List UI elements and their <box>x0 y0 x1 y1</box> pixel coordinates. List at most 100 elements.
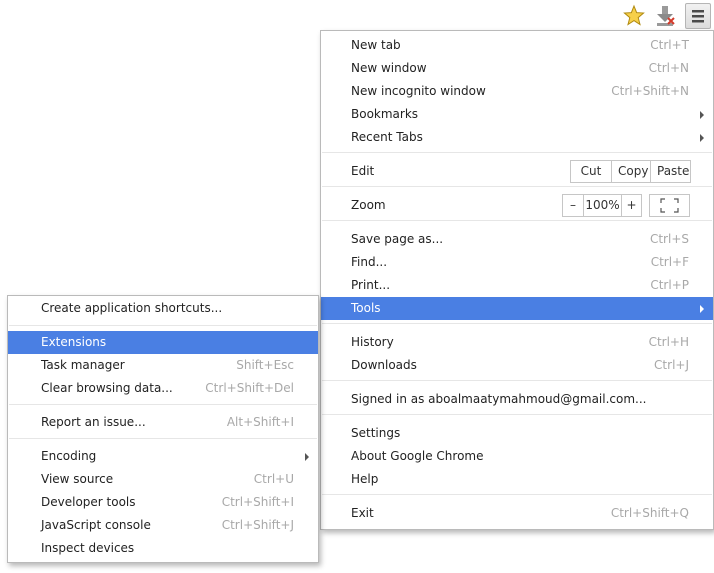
menu-separator <box>9 404 317 405</box>
submenu-item-extensions[interactable]: Extensions <box>8 331 318 354</box>
menu-item-label: Report an issue... <box>41 415 146 429</box>
submenu-item-javascript-console[interactable]: JavaScript console Ctrl+Shift+J <box>8 514 318 537</box>
submenu-item-clear-browsing-data[interactable]: Clear browsing data... Ctrl+Shift+Del <box>8 377 318 400</box>
submenu-item-report-issue[interactable]: Report an issue... Alt+Shift+I <box>8 411 318 434</box>
menu-item-about[interactable]: About Google Chrome <box>321 445 713 468</box>
menu-item-label: JavaScript console <box>41 518 151 532</box>
menu-item-label: Create application shortcuts... <box>41 301 223 315</box>
fullscreen-button[interactable] <box>649 194 690 217</box>
copy-button[interactable]: Copy <box>611 161 650 182</box>
chrome-menu-button[interactable] <box>685 3 711 29</box>
menu-item-label: New window <box>351 61 427 75</box>
menu-item-label: Edit <box>351 164 375 178</box>
menu-item-tools[interactable]: Tools <box>321 297 713 320</box>
menu-item-label: Bookmarks <box>351 107 419 121</box>
menu-item-label: Encoding <box>41 449 97 463</box>
menu-item-label: Inspect devices <box>41 541 135 555</box>
menu-separator <box>322 220 712 221</box>
menu-item-shortcut: Ctrl+J <box>654 358 689 372</box>
menu-item-label: Save page as... <box>351 232 444 246</box>
zoom-in-button[interactable]: + <box>621 195 641 216</box>
menu-item-find[interactable]: Find... Ctrl+F <box>321 251 713 274</box>
submenu-arrow-icon <box>305 453 309 461</box>
submenu-item-inspect-devices[interactable]: Inspect devices <box>8 537 318 560</box>
menu-item-label: New tab <box>351 38 401 52</box>
bookmark-star-button[interactable] <box>621 3 647 29</box>
menu-item-save-page[interactable]: Save page as... Ctrl+S <box>321 228 713 251</box>
menu-item-new-tab[interactable]: New tab Ctrl+T <box>321 34 713 57</box>
menu-item-shortcut: Ctrl+U <box>253 472 294 486</box>
menu-item-shortcut: Ctrl+H <box>648 335 689 349</box>
paste-button[interactable]: Paste <box>650 161 690 182</box>
menu-item-label: About Google Chrome <box>351 449 484 463</box>
menu-item-settings[interactable]: Settings <box>321 422 713 445</box>
menu-item-label: Tools <box>351 301 381 315</box>
menu-item-shortcut: Ctrl+Shift+N <box>611 84 689 98</box>
menu-item-label: Recent Tabs <box>351 130 423 144</box>
download-button[interactable] <box>652 3 678 29</box>
menu-item-shortcut: Shift+Esc <box>236 358 294 372</box>
menu-item-label: Help <box>351 472 379 486</box>
menu-separator <box>322 152 712 153</box>
submenu-arrow-icon <box>700 111 704 119</box>
menu-item-print[interactable]: Print... Ctrl+P <box>321 274 713 297</box>
menu-item-zoom: Zoom – 100% + <box>321 194 713 217</box>
menu-item-label: Exit <box>351 506 374 520</box>
menu-item-shortcut: Ctrl+T <box>650 38 689 52</box>
submenu-arrow-icon <box>700 305 704 313</box>
menu-item-shortcut: Ctrl+Shift+I <box>221 495 294 509</box>
submenu-item-view-source[interactable]: View source Ctrl+U <box>8 468 318 491</box>
menu-item-new-incognito-window[interactable]: New incognito window Ctrl+Shift+N <box>321 80 713 103</box>
menu-item-shortcut: Ctrl+F <box>650 255 689 269</box>
edit-button-group: Cut Copy Paste <box>570 160 691 183</box>
menu-item-signed-in[interactable]: Signed in as aboalmaatymahmoud@gmail.com… <box>321 388 713 411</box>
chrome-main-menu: New tab Ctrl+T New window Ctrl+N New inc… <box>320 30 714 530</box>
menu-item-exit[interactable]: Exit Ctrl+Shift+Q <box>321 502 713 525</box>
menu-item-shortcut: Ctrl+N <box>648 61 689 75</box>
submenu-arrow-icon <box>700 134 704 142</box>
submenu-item-task-manager[interactable]: Task manager Shift+Esc <box>8 354 318 377</box>
menu-item-history[interactable]: History Ctrl+H <box>321 331 713 354</box>
menu-item-shortcut: Alt+Shift+I <box>226 415 294 429</box>
menu-item-label: Find... <box>351 255 388 269</box>
menu-item-label: View source <box>41 472 114 486</box>
zoom-button-group: – 100% + <box>562 194 642 217</box>
menu-item-label: Task manager <box>41 358 125 372</box>
fullscreen-icon <box>660 198 679 213</box>
menu-item-label: Downloads <box>351 358 417 372</box>
menu-item-label: Extensions <box>41 335 107 349</box>
menu-item-label: Print... <box>351 278 391 292</box>
submenu-item-developer-tools[interactable]: Developer tools Ctrl+Shift+I <box>8 491 318 514</box>
menu-item-label: New incognito window <box>351 84 486 98</box>
submenu-item-encoding[interactable]: Encoding <box>8 445 318 468</box>
menu-item-label: Settings <box>351 426 401 440</box>
zoom-level-value: 100% <box>583 195 621 216</box>
menu-item-help[interactable]: Help <box>321 468 713 491</box>
menu-icon <box>692 10 704 23</box>
menu-item-shortcut: Ctrl+Shift+Q <box>610 506 689 520</box>
download-icon <box>657 6 675 26</box>
star-icon <box>623 4 645 26</box>
menu-item-label: Clear browsing data... <box>41 381 173 395</box>
menu-item-label: History <box>351 335 394 349</box>
menu-separator <box>9 325 317 326</box>
menu-item-downloads[interactable]: Downloads Ctrl+J <box>321 354 713 377</box>
cut-button[interactable]: Cut <box>571 161 611 182</box>
menu-separator <box>322 494 712 495</box>
submenu-item-create-shortcuts[interactable]: Create application shortcuts... <box>8 297 318 320</box>
menu-separator <box>322 323 712 324</box>
menu-separator <box>9 438 317 439</box>
menu-item-shortcut: Ctrl+Shift+J <box>221 518 294 532</box>
menu-item-shortcut: Ctrl+P <box>650 278 689 292</box>
tools-submenu: Create application shortcuts... Extensio… <box>7 295 319 563</box>
menu-item-recent-tabs[interactable]: Recent Tabs <box>321 126 713 149</box>
zoom-out-button[interactable]: – <box>563 195 583 216</box>
menu-separator <box>322 380 712 381</box>
menu-item-label: Developer tools <box>41 495 136 509</box>
menu-separator <box>322 414 712 415</box>
menu-item-shortcut: Ctrl+Shift+Del <box>205 381 294 395</box>
menu-item-label: Zoom <box>351 198 386 212</box>
menu-item-edit: Edit Cut Copy Paste <box>321 160 713 183</box>
menu-item-new-window[interactable]: New window Ctrl+N <box>321 57 713 80</box>
menu-item-bookmarks[interactable]: Bookmarks <box>321 103 713 126</box>
